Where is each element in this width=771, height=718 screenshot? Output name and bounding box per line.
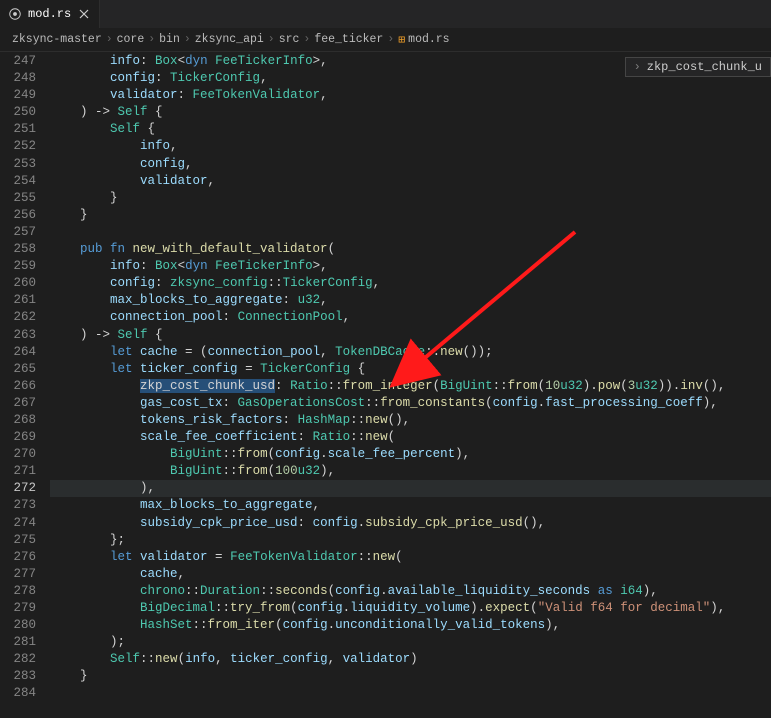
code-line[interactable]: config: TickerConfig, [50,70,771,87]
code-line[interactable]: config, [50,156,771,173]
line-number: 265 [0,361,36,378]
line-number: 283 [0,668,36,685]
line-number: 281 [0,634,36,651]
code-line[interactable]: info: Box<dyn FeeTickerInfo>, [50,53,771,70]
code-area[interactable]: info: Box<dyn FeeTickerInfo>, config: Ti… [50,52,771,718]
code-line[interactable]: validator, [50,173,771,190]
line-number: 252 [0,138,36,155]
module-icon: ⊞ [398,32,405,47]
line-number: 262 [0,309,36,326]
code-line[interactable]: subsidy_cpk_price_usd: config.subsidy_cp… [50,515,771,532]
line-number: 255 [0,190,36,207]
line-number: 247 [0,53,36,70]
code-line[interactable]: } [50,190,771,207]
line-gutter: 2472482492502512522532542552562572582592… [0,52,50,718]
line-number: 276 [0,549,36,566]
line-number: 271 [0,463,36,480]
code-line[interactable]: ), [50,480,771,497]
line-number: 250 [0,104,36,121]
code-line[interactable]: BigUint::from(100u32), [50,463,771,480]
line-number: 260 [0,275,36,292]
line-number: 280 [0,617,36,634]
breadcrumb-item[interactable]: bin [159,33,180,46]
code-line[interactable]: Self::new(info, ticker_config, validator… [50,651,771,668]
line-number: 270 [0,446,36,463]
line-number: 254 [0,173,36,190]
line-number: 248 [0,70,36,87]
line-number: 251 [0,121,36,138]
breadcrumb-item[interactable]: src [279,33,300,46]
line-number: 269 [0,429,36,446]
code-line[interactable]: connection_pool: ConnectionPool, [50,309,771,326]
line-number: 274 [0,515,36,532]
line-number: 257 [0,224,36,241]
line-number: 282 [0,651,36,668]
code-line[interactable]: validator: FeeTokenValidator, [50,87,771,104]
code-line[interactable]: HashSet::from_iter(config.unconditionall… [50,617,771,634]
line-number: 272 [0,480,36,497]
line-number: 264 [0,344,36,361]
tab-filename: mod.rs [28,7,71,21]
line-number: 253 [0,156,36,173]
line-number: 267 [0,395,36,412]
code-line[interactable]: scale_fee_coefficient: Ratio::new( [50,429,771,446]
line-number: 278 [0,583,36,600]
line-number: 266 [0,378,36,395]
code-line[interactable]: zkp_cost_chunk_usd: Ratio::from_integer(… [50,378,771,395]
breadcrumb-item[interactable]: zksync_api [195,33,264,46]
code-line[interactable]: ) -> Self { [50,327,771,344]
breadcrumb-item[interactable]: core [117,33,145,46]
code-line[interactable]: gas_cost_tx: GasOperationsCost::from_con… [50,395,771,412]
code-line[interactable]: } [50,668,771,685]
line-number: 256 [0,207,36,224]
tab-bar: mod.rs [0,0,771,28]
code-line[interactable]: let ticker_config = TickerConfig { [50,361,771,378]
code-line[interactable]: chrono::Duration::seconds(config.availab… [50,583,771,600]
breadcrumb[interactable]: zksync-master› core› bin› zksync_api› sr… [0,28,771,52]
line-number: 258 [0,241,36,258]
code-line[interactable]: config: zksync_config::TickerConfig, [50,275,771,292]
line-number: 277 [0,566,36,583]
code-line[interactable]: }; [50,532,771,549]
code-line[interactable]: let cache = (connection_pool, TokenDBCac… [50,344,771,361]
line-number: 275 [0,532,36,549]
code-line[interactable]: info: Box<dyn FeeTickerInfo>, [50,258,771,275]
line-number: 284 [0,685,36,702]
code-line[interactable]: info, [50,138,771,155]
breadcrumb-item[interactable]: fee_ticker [314,33,383,46]
line-number: 249 [0,87,36,104]
editor-tab[interactable]: mod.rs [0,0,100,28]
code-line[interactable] [50,224,771,241]
line-number: 268 [0,412,36,429]
line-number: 263 [0,327,36,344]
code-line[interactable]: pub fn new_with_default_validator( [50,241,771,258]
code-line[interactable]: tokens_risk_factors: HashMap::new(), [50,412,771,429]
code-line[interactable]: ) -> Self { [50,104,771,121]
code-line[interactable]: max_blocks_to_aggregate, [50,497,771,514]
line-number: 259 [0,258,36,275]
line-number: 273 [0,497,36,514]
code-line[interactable]: cache, [50,566,771,583]
breadcrumb-item[interactable]: mod.rs [408,33,449,46]
line-number: 261 [0,292,36,309]
code-line[interactable]: let validator = FeeTokenValidator::new( [50,549,771,566]
code-line[interactable]: max_blocks_to_aggregate: u32, [50,292,771,309]
code-line[interactable] [50,685,771,702]
close-icon[interactable] [77,7,91,21]
code-line[interactable]: BigUint::from(config.scale_fee_percent), [50,446,771,463]
breadcrumb-item[interactable]: zksync-master [12,33,102,46]
code-line[interactable]: BigDecimal::try_from(config.liquidity_vo… [50,600,771,617]
rust-file-icon [8,7,22,21]
code-line[interactable]: } [50,207,771,224]
code-line[interactable]: Self { [50,121,771,138]
code-editor[interactable]: 2472482492502512522532542552562572582592… [0,52,771,718]
line-number: 279 [0,600,36,617]
code-line[interactable]: ); [50,634,771,651]
